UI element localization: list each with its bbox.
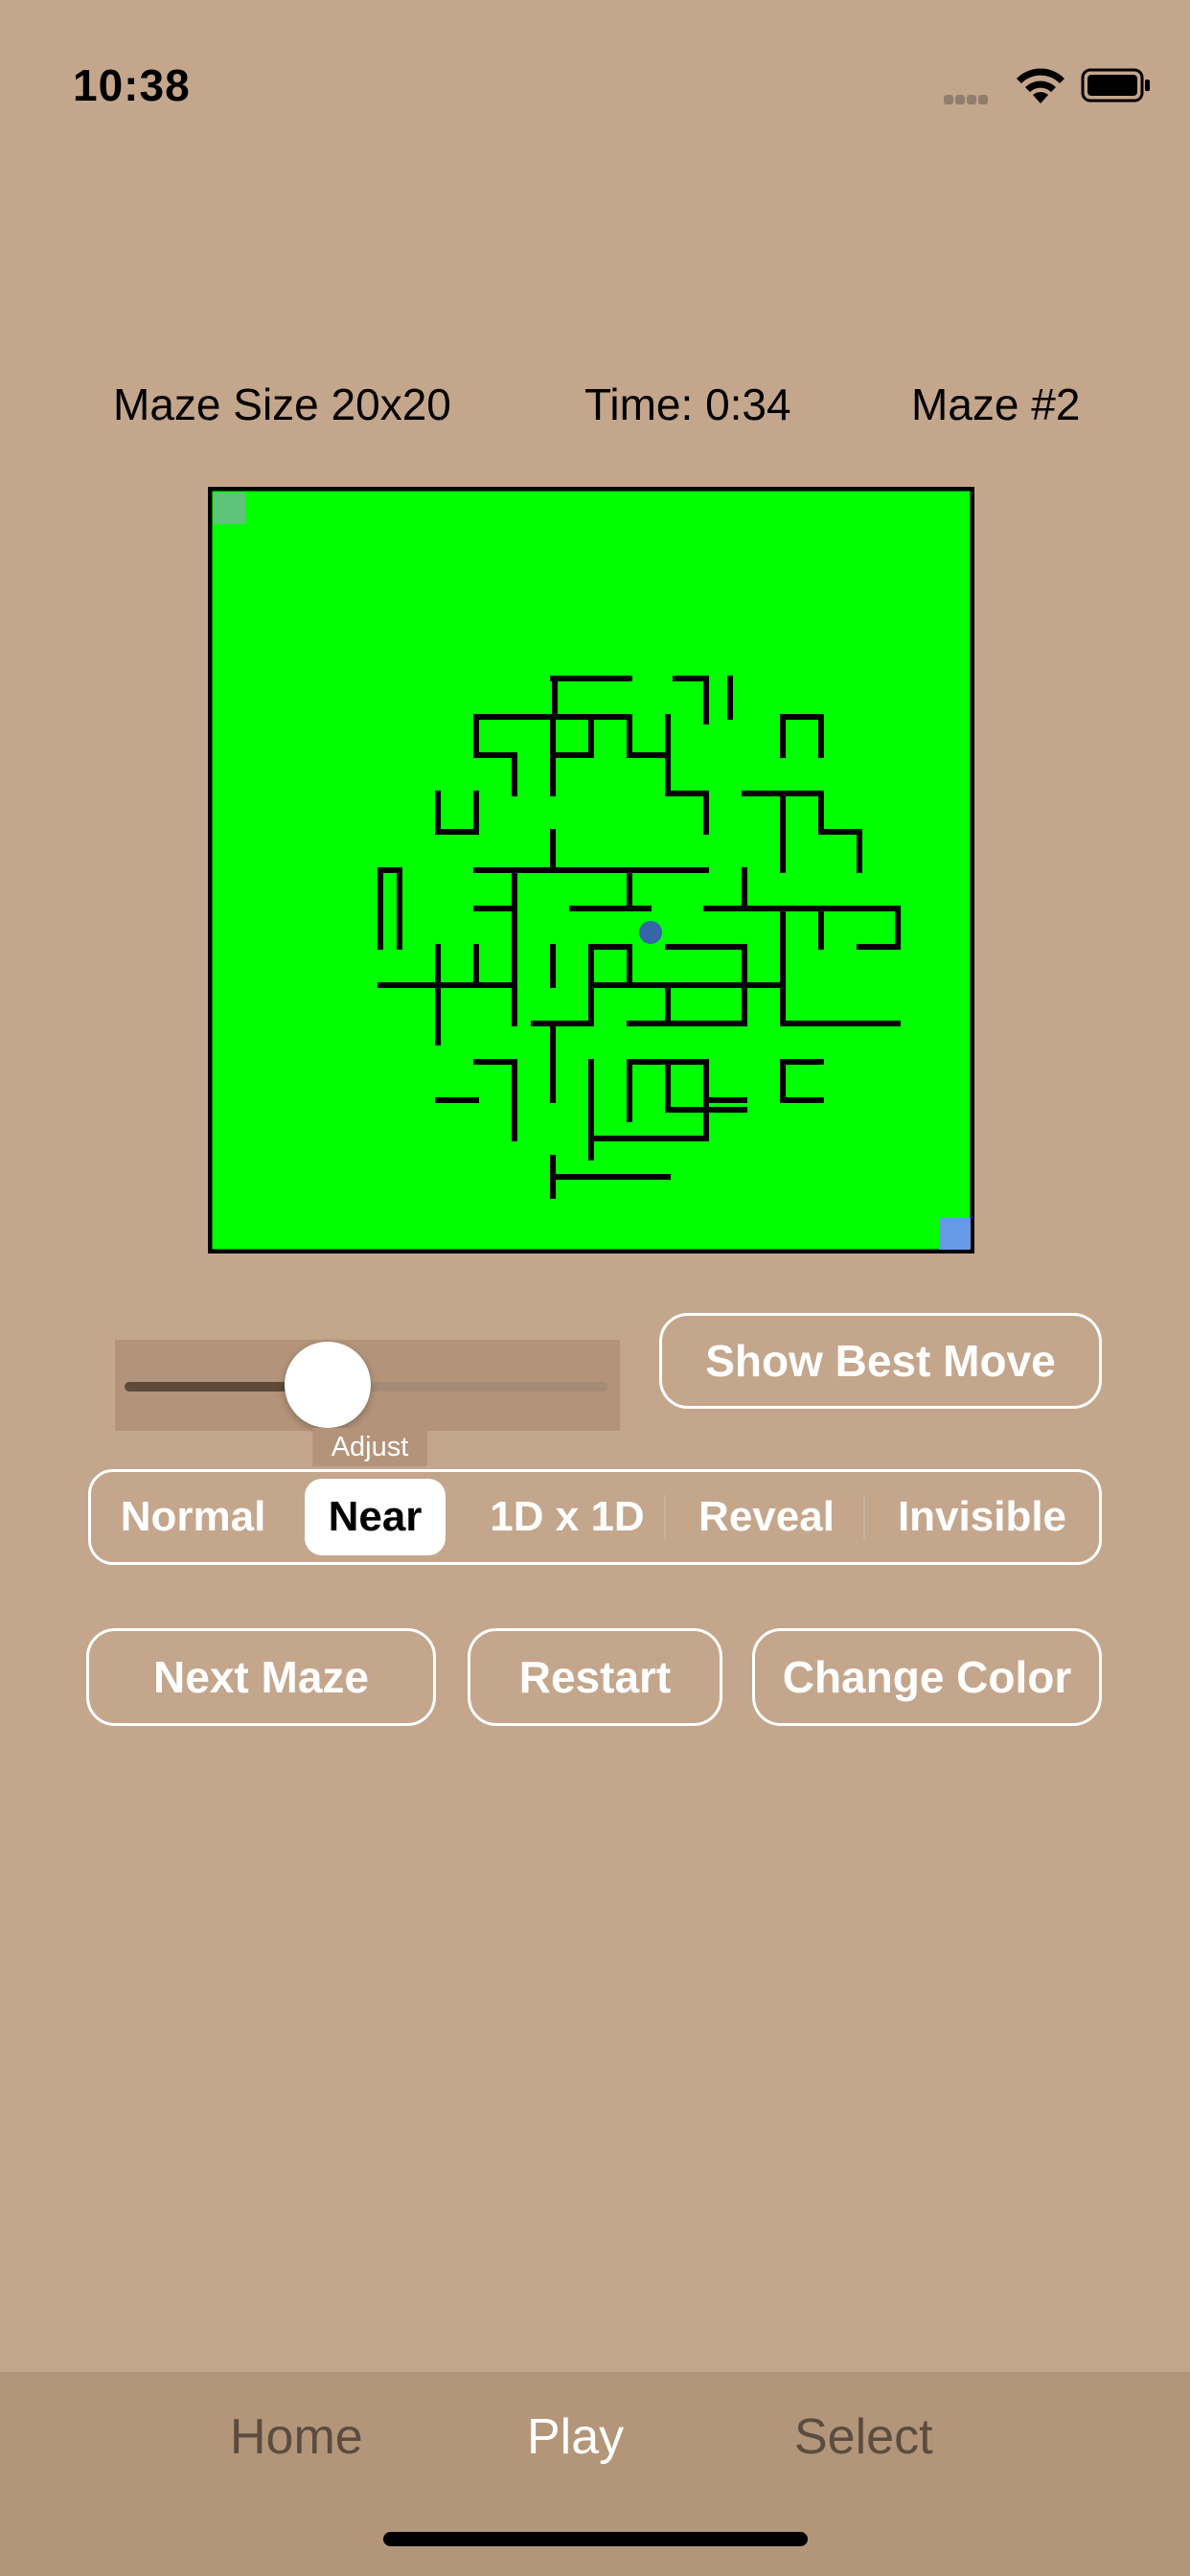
tab-select[interactable]: Select [794, 2408, 933, 2466]
maze-board[interactable] [208, 487, 974, 1254]
tab-play[interactable]: Play [527, 2408, 624, 2466]
maze-info-row: Maze Size 20x20 Time: 0:34 Maze #2 [0, 379, 1190, 436]
mode-segmented-control[interactable]: Normal Near 1D x 1D Reveal Invisible [88, 1469, 1102, 1565]
show-best-move-button[interactable]: Show Best Move [659, 1313, 1102, 1409]
mode-option-invisible[interactable]: Invisible [865, 1472, 1099, 1562]
battery-icon [1081, 68, 1150, 103]
maze-start-cell [214, 493, 245, 524]
next-maze-button[interactable]: Next Maze [86, 1628, 436, 1726]
adjust-slider[interactable] [115, 1340, 620, 1431]
mode-option-near[interactable]: Near [305, 1479, 446, 1555]
mode-option-reveal[interactable]: Reveal [670, 1472, 863, 1562]
wifi-icon [1017, 68, 1064, 104]
timer-label: Time: 0:34 [584, 380, 791, 429]
clock: 10:38 [73, 60, 191, 110]
mode-option-1d-x-1d[interactable]: 1D x 1D [465, 1472, 670, 1562]
change-color-button[interactable]: Change Color [752, 1628, 1102, 1726]
player-ball [639, 921, 662, 944]
tab-home[interactable]: Home [230, 2408, 363, 2466]
maze-size-label: Maze Size 20x20 [113, 380, 451, 429]
maze-end-cell [939, 1218, 971, 1250]
segment-divider [664, 1495, 666, 1539]
adjust-label: Adjust [312, 1428, 427, 1466]
status-bar: 10:38 [0, 0, 1190, 144]
maze-number-label: Maze #2 [911, 380, 1081, 429]
slider-thumb[interactable] [285, 1342, 372, 1428]
restart-button[interactable]: Restart [468, 1628, 722, 1726]
mode-option-normal[interactable]: Normal [91, 1472, 295, 1562]
cellular-signal-icon [944, 92, 990, 109]
home-indicator [383, 2532, 808, 2546]
